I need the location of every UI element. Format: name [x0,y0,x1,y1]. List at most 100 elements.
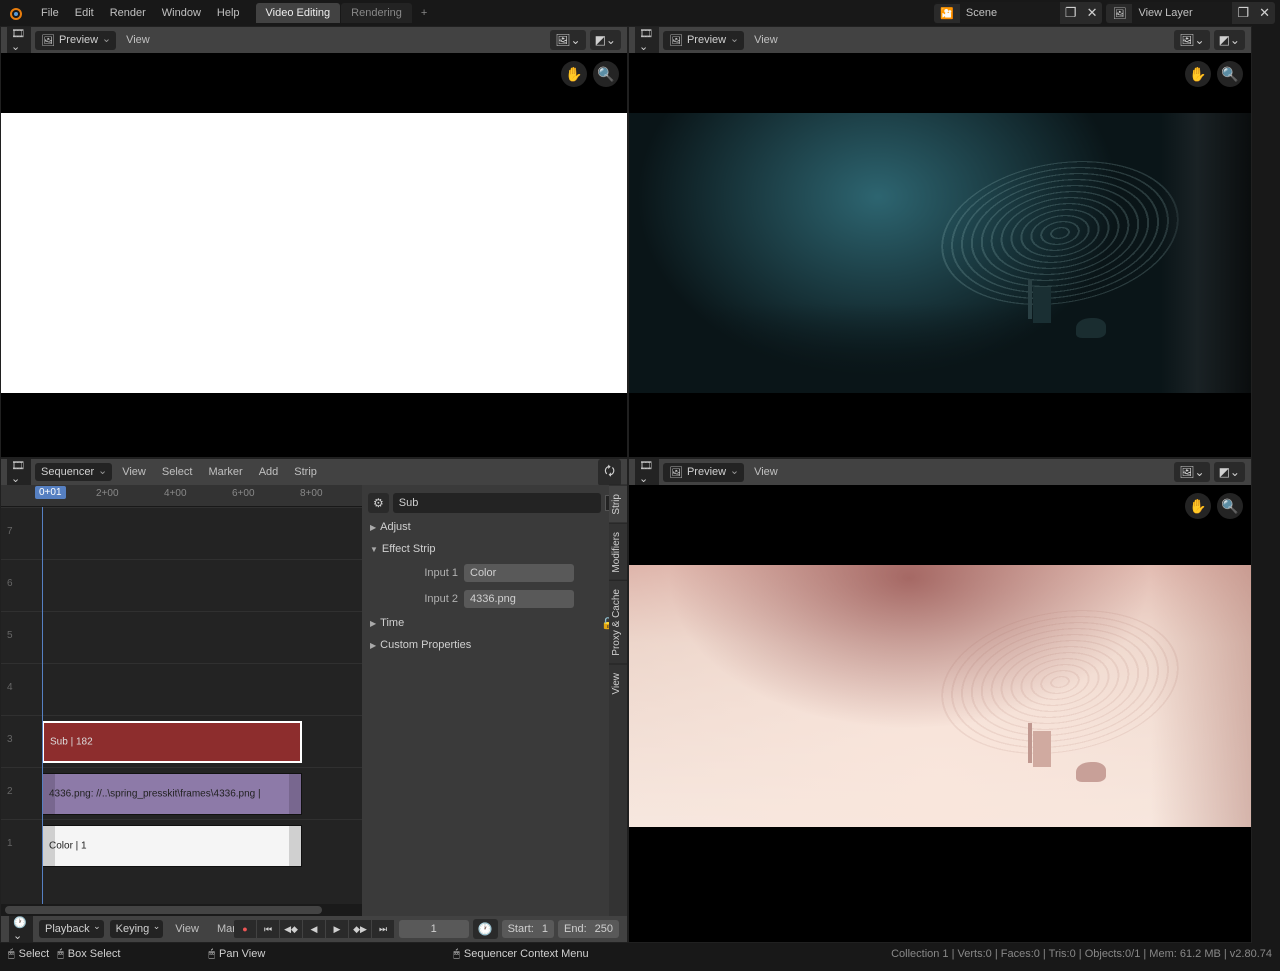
viewlayer-field[interactable]: 🖼 View Layer ❐ ✕ [1106,2,1275,24]
seq-add-menu[interactable]: Add [253,462,285,482]
strip-color[interactable]: Color | 1 [42,825,302,867]
time-tick: 2+00 [96,488,119,499]
side-tab-view[interactable]: View [609,664,627,703]
channels-icon[interactable]: 🖼⌄ [550,30,585,50]
blender-logo-icon [5,3,25,23]
playhead-line[interactable] [42,507,43,904]
end-frame-field[interactable]: End:250 [558,920,619,938]
image-icon: 🖼 [669,466,683,479]
status-pan: 🖱Pan View [208,948,265,961]
channels-icon[interactable]: 🖼⌄ [1174,462,1209,482]
side-tab-modifiers[interactable]: Modifiers [609,523,627,581]
menu-edit[interactable]: Edit [67,3,102,23]
keyframe-prev-button[interactable]: ◀◆ [280,920,302,938]
side-tab-proxy[interactable]: Proxy & Cache [609,580,627,664]
editor-type-icon[interactable]: 🎞⌄ [635,26,659,56]
workspace-tab-video-editing[interactable]: Video Editing [256,3,341,23]
keying-dropdown[interactable]: Keying [110,920,164,938]
preview-viewport[interactable]: ✋ 🔍 [629,485,1251,942]
transport-controls: ● ⏮ ◀◆ ◀ ▶ ◆▶ ⏭ [234,920,394,938]
status-box-select: 🖱Box Select [57,948,120,961]
strip-name-field[interactable]: Sub [393,493,601,513]
seq-select-menu[interactable]: Select [156,462,199,482]
playback-dropdown[interactable]: Playback [39,920,104,938]
header-view-menu[interactable]: View [748,30,784,50]
horizontal-scrollbar[interactable] [1,904,362,916]
editor-type-icon[interactable]: 🎞⌄ [7,458,31,488]
overlays-icon[interactable]: ◩⌄ [590,30,621,50]
time-tick: 8+00 [300,488,323,499]
mouse-right-icon: 🖱 [453,948,460,961]
scene-field[interactable]: 🎦 Scene ❐ ✕ [934,2,1102,24]
play-reverse-button[interactable]: ◀ [303,920,325,938]
preview-viewport[interactable]: ✋ 🔍 [629,53,1251,457]
preview-header: 🎞⌄ 🖼Preview View 🖼⌄ ◩⌄ [629,27,1251,53]
zoom-icon[interactable]: 🔍 [1217,61,1243,87]
display-mode-sequencer[interactable]: Sequencer [35,463,112,481]
input2-field[interactable]: 4336.png [464,590,574,608]
panel-adjust[interactable]: ▶Adjust [368,517,621,537]
viewlayer-new-button[interactable]: ❐ [1232,2,1254,24]
editor-type-icon[interactable]: 🎞⌄ [7,26,31,56]
scene-new-button[interactable]: ❐ [1060,2,1082,24]
timeline[interactable]: 0+01 2+00 4+00 6+00 8+00 7 6 5 4 3 Sub |… [1,485,362,916]
current-frame-field[interactable]: 1 [399,920,469,938]
side-tab-strip[interactable]: Strip [609,485,627,523]
frame-lock-icon[interactable]: 🕐 [473,919,498,939]
seq-strip-menu[interactable]: Strip [288,462,323,482]
refresh-icon[interactable]: 🗘 [598,459,621,486]
pan-icon[interactable]: ✋ [1185,493,1211,519]
menu-help[interactable]: Help [209,3,248,23]
header-view-menu[interactable]: View [120,30,156,50]
strip-sub[interactable]: Sub | 182 [42,721,302,763]
viewlayer-name[interactable]: View Layer [1132,4,1232,22]
auto-key-button[interactable]: ● [234,920,256,938]
workspace-tab-add[interactable]: + [413,3,435,23]
start-frame-field[interactable]: Start:1 [502,920,554,938]
channels-icon[interactable]: 🖼⌄ [1174,30,1209,50]
zoom-icon[interactable]: 🔍 [1217,493,1243,519]
preview-header: 🎞⌄ 🖼Preview View 🖼⌄ ◩⌄ [629,459,1251,485]
zoom-icon[interactable]: 🔍 [593,61,619,87]
display-mode-dropdown[interactable]: 🖼Preview [35,31,116,50]
overlays-icon[interactable]: ◩⌄ [1214,30,1245,50]
scene-name[interactable]: Scene [960,4,1060,22]
viewlayer-delete-button[interactable]: ✕ [1254,2,1275,24]
display-mode-dropdown[interactable]: 🖼Preview [663,31,744,50]
seq-view-menu[interactable]: View [116,462,152,482]
viewlayer-browse-icon[interactable]: 🖼 [1106,4,1132,23]
overlays-icon[interactable]: ◩⌄ [1214,462,1245,482]
jump-start-button[interactable]: ⏮ [257,920,279,938]
preview-viewport[interactable]: ✋ 🔍 [1,53,627,457]
display-mode-dropdown[interactable]: 🖼Preview [663,463,744,482]
modifier-icon[interactable]: ⚙ [368,493,389,513]
seq-marker-menu[interactable]: Marker [202,462,248,482]
preview-pane-bottom-right: 🎞⌄ 🖼Preview View 🖼⌄ ◩⌄ ✋ 🔍 [628,458,1252,943]
input1-field[interactable]: Color [464,564,574,582]
panel-custom-props[interactable]: ▶Custom Properties [368,635,621,655]
scene-browse-icon[interactable]: 🎦 [934,4,960,23]
time-tick: 4+00 [164,488,187,499]
keyframe-next-button[interactable]: ◆▶ [349,920,371,938]
editor-type-icon[interactable]: 🕐⌄ [9,913,33,943]
playhead-label[interactable]: 0+01 [35,486,66,499]
editor-type-icon[interactable]: 🎞⌄ [635,458,659,488]
panel-time[interactable]: ▶Time🔓 [368,613,621,633]
pan-icon[interactable]: ✋ [561,61,587,87]
pan-icon[interactable]: ✋ [1185,61,1211,87]
image-icon: 🖼 [669,34,683,47]
tracks[interactable]: 7 6 5 4 3 Sub | 182 2 4336.png: //..\spr… [1,507,362,904]
time-ruler[interactable]: 0+01 2+00 4+00 6+00 8+00 [1,485,362,507]
panel-effect-strip[interactable]: ▼Effect Strip [368,539,621,559]
menu-render[interactable]: Render [102,3,154,23]
workspace-tab-rendering[interactable]: Rendering [341,3,412,23]
timeline-view-menu[interactable]: View [169,919,205,939]
play-button[interactable]: ▶ [326,920,348,938]
strip-image[interactable]: 4336.png: //..\spring_presskit\frames\43… [42,773,302,815]
jump-end-button[interactable]: ⏭ [372,920,394,938]
sequencer-pane: 🎞⌄ Sequencer View Select Marker Add Stri… [0,458,628,943]
menu-window[interactable]: Window [154,3,209,23]
menu-file[interactable]: File [33,3,67,23]
scene-delete-button[interactable]: ✕ [1082,2,1103,24]
header-view-menu[interactable]: View [748,462,784,482]
